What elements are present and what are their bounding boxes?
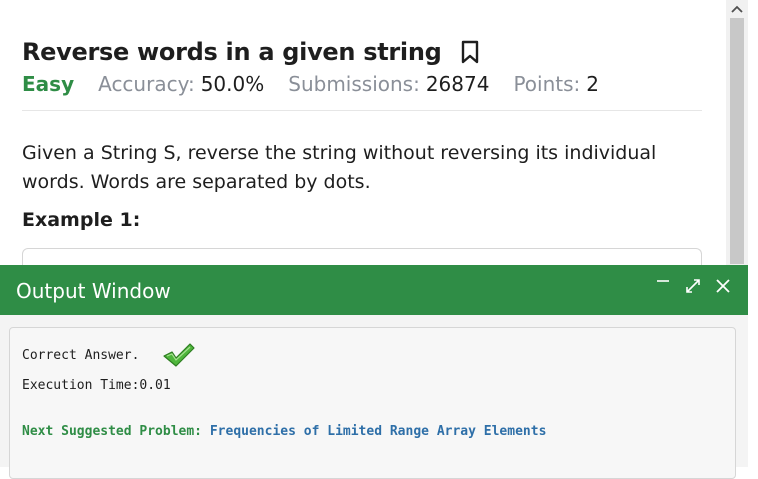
output-window-header: Output Window bbox=[0, 265, 748, 315]
submissions-value: 26874 bbox=[425, 72, 490, 96]
points-label: Points: bbox=[513, 72, 581, 96]
next-suggestion-label: Next Suggested Problem: bbox=[22, 424, 203, 439]
chevron-up-icon[interactable] bbox=[726, 0, 748, 17]
problem-statement: Given a String S, reverse the string wit… bbox=[22, 142, 657, 193]
accuracy-label: Accuracy: bbox=[98, 72, 195, 96]
points-value: 2 bbox=[586, 72, 600, 96]
close-icon[interactable] bbox=[712, 275, 734, 297]
problem-title: Reverse words in a given string bbox=[22, 38, 442, 66]
output-window: Output Window Correct Answer. Execution … bbox=[0, 265, 748, 479]
bookmark-icon[interactable] bbox=[460, 40, 480, 64]
output-window-title: Output Window bbox=[16, 279, 171, 303]
divider bbox=[22, 110, 702, 111]
next-suggestion: Next Suggested Problem: Frequencies of L… bbox=[22, 424, 546, 439]
example-heading: Example 1: bbox=[22, 209, 141, 231]
accuracy-value: 50.0% bbox=[200, 72, 265, 96]
problem-meta: Easy Accuracy: 50.0% Submissions: 26874 … bbox=[22, 72, 623, 96]
expand-icon[interactable] bbox=[682, 275, 704, 297]
submissions-label: Submissions: bbox=[288, 72, 420, 96]
execution-time: Execution Time:0.01 bbox=[22, 378, 171, 393]
output-console: Correct Answer. Execution Time:0.01 Next… bbox=[9, 327, 736, 479]
scrollbar-thumb[interactable] bbox=[730, 18, 744, 264]
result-text: Correct Answer. bbox=[22, 348, 140, 363]
problem-title-row: Reverse words in a given string bbox=[22, 38, 480, 66]
page-edge bbox=[748, 0, 758, 467]
next-problem-link[interactable]: Frequencies of Limited Range Array Eleme… bbox=[210, 424, 547, 439]
check-icon bbox=[162, 342, 196, 368]
difficulty-badge: Easy bbox=[22, 72, 75, 96]
window-controls bbox=[644, 275, 734, 297]
minimize-icon[interactable] bbox=[652, 275, 674, 297]
